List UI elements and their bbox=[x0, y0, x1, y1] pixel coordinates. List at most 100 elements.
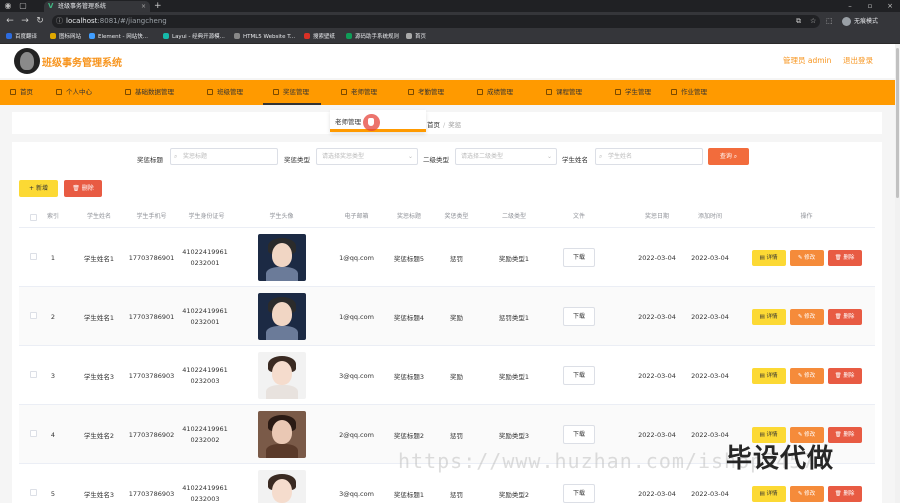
tab-search-icon[interactable]: ▢ bbox=[18, 1, 28, 11]
nav-item-class[interactable]: 班级管理 bbox=[207, 80, 243, 105]
breadcrumb: 首页 / 奖惩 bbox=[427, 119, 461, 129]
row-actions: ▤ 详情 ✎ 修改 🗑 删除 bbox=[751, 308, 862, 325]
row-checkbox[interactable] bbox=[30, 371, 37, 378]
breadcrumb-home[interactable]: 首页 bbox=[427, 121, 440, 129]
scrollbar-thumb[interactable] bbox=[896, 48, 899, 198]
forward-icon[interactable]: → bbox=[19, 15, 31, 27]
nav-item-homework[interactable]: 作业管理 bbox=[671, 80, 707, 105]
detail-button[interactable]: ▤ 详情 bbox=[751, 249, 786, 266]
detail-button[interactable]: ▤ 详情 bbox=[751, 367, 786, 384]
address-bar[interactable]: ⓘ localhost:8081/#/jiangcheng bbox=[52, 15, 820, 28]
dropdown-item-teacher[interactable]: 老师管理 bbox=[335, 116, 361, 126]
edit-button[interactable]: ✎ 修改 bbox=[789, 308, 824, 325]
th-added: 添加时间 bbox=[697, 213, 722, 220]
cell-type: 奖励 bbox=[450, 372, 463, 381]
calendar-icon bbox=[408, 89, 414, 95]
delete-button[interactable]: 🗑 删除 bbox=[827, 308, 862, 325]
page-viewport: 班级事务管理系统 管理员 admin 退出登录 首页 个人中心 基础数据管理 班… bbox=[0, 44, 895, 503]
download-button[interactable]: 下载 bbox=[563, 307, 595, 326]
row-checkbox[interactable] bbox=[30, 430, 37, 437]
nav-item-attendance[interactable]: 考勤管理 bbox=[408, 80, 444, 105]
nav-item-home[interactable]: 首页 bbox=[10, 80, 33, 105]
browser-menu-icon[interactable]: ◉ bbox=[3, 1, 13, 11]
cell-index: 2 bbox=[50, 312, 56, 321]
cell-idcard: 410224199610232003 bbox=[182, 366, 228, 385]
bookmark-item[interactable]: Layui - 经典开源模... bbox=[163, 31, 225, 44]
browser-tab-active[interactable]: V 班级事务管理系统 × bbox=[44, 1, 150, 12]
delete-button[interactable]: 🗑 删除 bbox=[827, 485, 862, 502]
filter-type-select[interactable]: 请选择奖惩类型 ⌄ bbox=[316, 148, 418, 165]
window-close-icon[interactable]: × bbox=[880, 0, 900, 12]
edit-button[interactable]: ✎ 修改 bbox=[789, 249, 824, 266]
delete-button[interactable]: 🗑 删除 bbox=[827, 367, 862, 384]
add-button[interactable]: + 新增 bbox=[19, 180, 58, 197]
bookmark-item[interactable]: Element - 网站快... bbox=[89, 31, 148, 44]
download-button[interactable]: 下载 bbox=[563, 248, 595, 267]
logout-link[interactable]: 退出登录 bbox=[843, 55, 873, 66]
detail-button[interactable]: ▤ 详情 bbox=[751, 485, 786, 502]
delete-button[interactable]: 🗑 删除 bbox=[827, 249, 862, 266]
row-checkbox[interactable] bbox=[30, 312, 37, 319]
cell-operations: ▤ 详情 ✎ 修改 🗑 删除 bbox=[744, 228, 869, 287]
bookmark-icon bbox=[346, 33, 352, 39]
download-button[interactable]: 下载 bbox=[563, 366, 595, 385]
cell-file: 下载 bbox=[549, 228, 609, 287]
minimize-icon[interactable]: – bbox=[840, 0, 860, 12]
download-button[interactable]: 下载 bbox=[563, 425, 595, 444]
student-avatar bbox=[257, 352, 306, 399]
back-icon[interactable]: ← bbox=[4, 15, 16, 27]
bookmark-item[interactable]: 百度翻译 bbox=[6, 31, 37, 44]
row-checkbox[interactable] bbox=[30, 489, 37, 496]
maximize-icon[interactable]: ▫ bbox=[860, 0, 880, 12]
row-checkbox[interactable] bbox=[30, 253, 37, 260]
avatar-face bbox=[271, 479, 292, 503]
bookmark-item[interactable]: 图标网站 bbox=[50, 31, 81, 44]
filter-student-input[interactable]: ⌕ 学生姓名 bbox=[595, 148, 703, 165]
bookmark-item[interactable]: 首页 bbox=[406, 31, 426, 44]
student-avatar bbox=[257, 470, 306, 503]
bookmark-star-icon[interactable]: ☆ bbox=[810, 15, 816, 28]
select-all-checkbox[interactable] bbox=[30, 214, 37, 221]
th-title: 奖惩标题 bbox=[396, 213, 421, 220]
close-tab-icon[interactable]: × bbox=[141, 1, 146, 12]
new-tab-icon[interactable]: + bbox=[154, 0, 162, 12]
student-avatar bbox=[257, 234, 306, 281]
book-icon bbox=[546, 89, 552, 95]
batch-delete-button[interactable]: 🗑 删除 bbox=[64, 180, 102, 197]
filter-subtype-select[interactable]: 请选择二级类型 ⌄ bbox=[455, 148, 557, 165]
bookmark-item[interactable]: HTML5 Website T... bbox=[234, 31, 295, 44]
edit-button[interactable]: ✎ 修改 bbox=[789, 367, 824, 384]
cell-added: 2022-03-04 bbox=[691, 371, 729, 380]
student-avatar bbox=[257, 411, 306, 458]
nav-item-profile[interactable]: 个人中心 bbox=[56, 80, 92, 105]
bookmark-item[interactable]: 源码助手系统规则 bbox=[346, 31, 399, 44]
teacher-icon bbox=[341, 89, 347, 95]
detail-button[interactable]: ▤ 详情 bbox=[751, 308, 786, 325]
homework-icon bbox=[671, 89, 677, 95]
cell-operations: ▤ 详情 ✎ 修改 🗑 删除 bbox=[744, 346, 869, 405]
profile-label: 无痕模式 bbox=[854, 18, 879, 25]
cell-idcard: 410224199610232003 bbox=[182, 484, 228, 503]
incognito-profile[interactable]: 无痕模式 bbox=[842, 15, 892, 28]
nav-item-rewards[interactable]: 奖惩管理 bbox=[263, 80, 321, 105]
filter-title-input[interactable]: ⌕ 奖惩标题 bbox=[170, 148, 278, 165]
extensions-icon[interactable]: ⬚ bbox=[826, 15, 833, 28]
cell-idcard: 410224199610232001 bbox=[182, 307, 228, 326]
nav-item-scores[interactable]: 成绩管理 bbox=[477, 80, 513, 105]
bookmark-item[interactable]: 搜索壁纸 bbox=[304, 31, 335, 44]
table-header: 索引 学生姓名 学生手机号 学生身份证号 学生头像 电子邮箱 奖惩标题 奖惩类型… bbox=[19, 206, 875, 228]
page-scrollbar[interactable] bbox=[895, 44, 900, 503]
nav-item-basic-data[interactable]: 基础数据管理 bbox=[125, 80, 174, 105]
search-button[interactable]: 查询 ⌕ bbox=[708, 148, 749, 165]
translate-icon[interactable]: ⧉ bbox=[796, 15, 801, 28]
edit-button[interactable]: ✎ 修改 bbox=[789, 485, 824, 502]
nav-item-students[interactable]: 学生管理 bbox=[615, 80, 651, 105]
download-button[interactable]: 下载 bbox=[563, 484, 595, 503]
cell-email: 3@qq.com bbox=[339, 489, 374, 498]
table-row: 1 学生姓名1 17703786901 410224199610232001 1… bbox=[19, 228, 875, 287]
nav-item-teacher[interactable]: 老师管理 bbox=[341, 80, 377, 105]
nav-item-courses[interactable]: 课程管理 bbox=[546, 80, 582, 105]
cell-file: 下载 bbox=[549, 287, 609, 346]
class-icon bbox=[207, 89, 213, 95]
reload-icon[interactable]: ↻ bbox=[34, 15, 46, 27]
